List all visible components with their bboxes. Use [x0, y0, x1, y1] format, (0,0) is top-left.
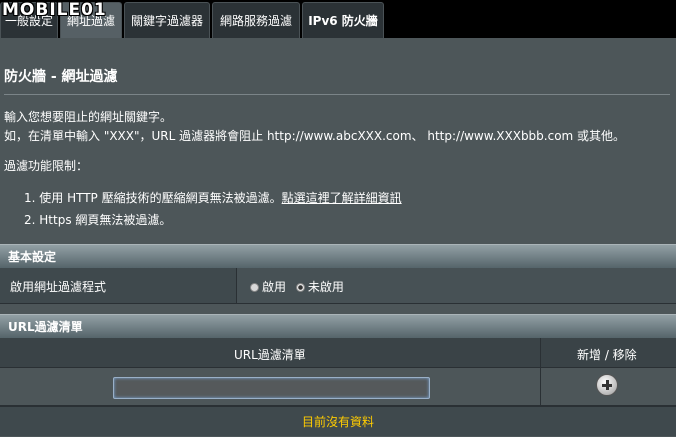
- url-input-row: [0, 368, 676, 406]
- tab-ipv6-firewall[interactable]: IPv6 防火牆: [302, 2, 384, 38]
- limit-item-1-text: 1. 使用 HTTP 壓縮技術的壓縮網頁無法被過濾。: [24, 191, 282, 205]
- enable-url-filter-row: 啟用網址過濾程式 啟用 未啟用: [0, 268, 676, 304]
- main-panel: 防火牆 - 網址過濾 輸入您想要阻止的網址關鍵字。 如，在清單中輸入 "XXX"…: [0, 38, 676, 437]
- enable-url-filter-label: 啟用網址過濾程式: [10, 280, 107, 294]
- url-list-column-header: URL過濾清單 新增 / 移除: [0, 338, 676, 368]
- col-action-label: 新增 / 移除: [577, 348, 637, 362]
- enable-label-cell: 啟用網址過濾程式: [0, 268, 237, 303]
- intro-text-2: 如，在清單中輸入 "XXX"，URL 過濾器將會阻止 http://www.ab…: [4, 129, 626, 143]
- radio-enable-label[interactable]: 啟用: [262, 280, 286, 294]
- add-url-button[interactable]: [596, 374, 618, 396]
- limit-item-1: 1. 使用 HTTP 壓縮技術的壓縮網頁無法被過濾。點選這裡了解詳細資訊: [24, 189, 402, 206]
- tab-keyword-filter[interactable]: 關鍵字過濾器: [124, 2, 210, 38]
- radio-disable-label[interactable]: 未啟用: [308, 280, 344, 294]
- tab-bar: 一般設定 網址過濾 關鍵字過濾器 網路服務過濾 IPv6 防火牆 MOBILE0…: [0, 0, 676, 38]
- url-list-header: URL過濾清單: [0, 314, 676, 338]
- empty-list-message: 目前沒有資料: [0, 406, 676, 436]
- tab-network-service-filter[interactable]: 網路服務過濾: [212, 2, 300, 38]
- basic-settings-header: 基本設定: [0, 244, 676, 268]
- limit-heading: 過濾功能限制：: [4, 159, 89, 173]
- watermark-logo: MOBILE01: [2, 0, 107, 20]
- details-link[interactable]: 點選這裡了解詳細資訊: [282, 191, 402, 205]
- col-url-label: URL過濾清單: [234, 348, 306, 362]
- url-keyword-input[interactable]: [113, 377, 430, 399]
- page-title: 防火牆 - 網址過濾: [4, 69, 118, 85]
- radio-enable[interactable]: [250, 283, 259, 292]
- divider: [4, 94, 670, 95]
- limit-item-2: 2. Https 網頁無法被過濾。: [24, 213, 172, 227]
- intro-text-1: 輸入您想要阻止的網址關鍵字。: [4, 110, 173, 124]
- enable-radio-group: 啟用 未啟用: [250, 278, 344, 295]
- radio-disable[interactable]: [295, 283, 305, 292]
